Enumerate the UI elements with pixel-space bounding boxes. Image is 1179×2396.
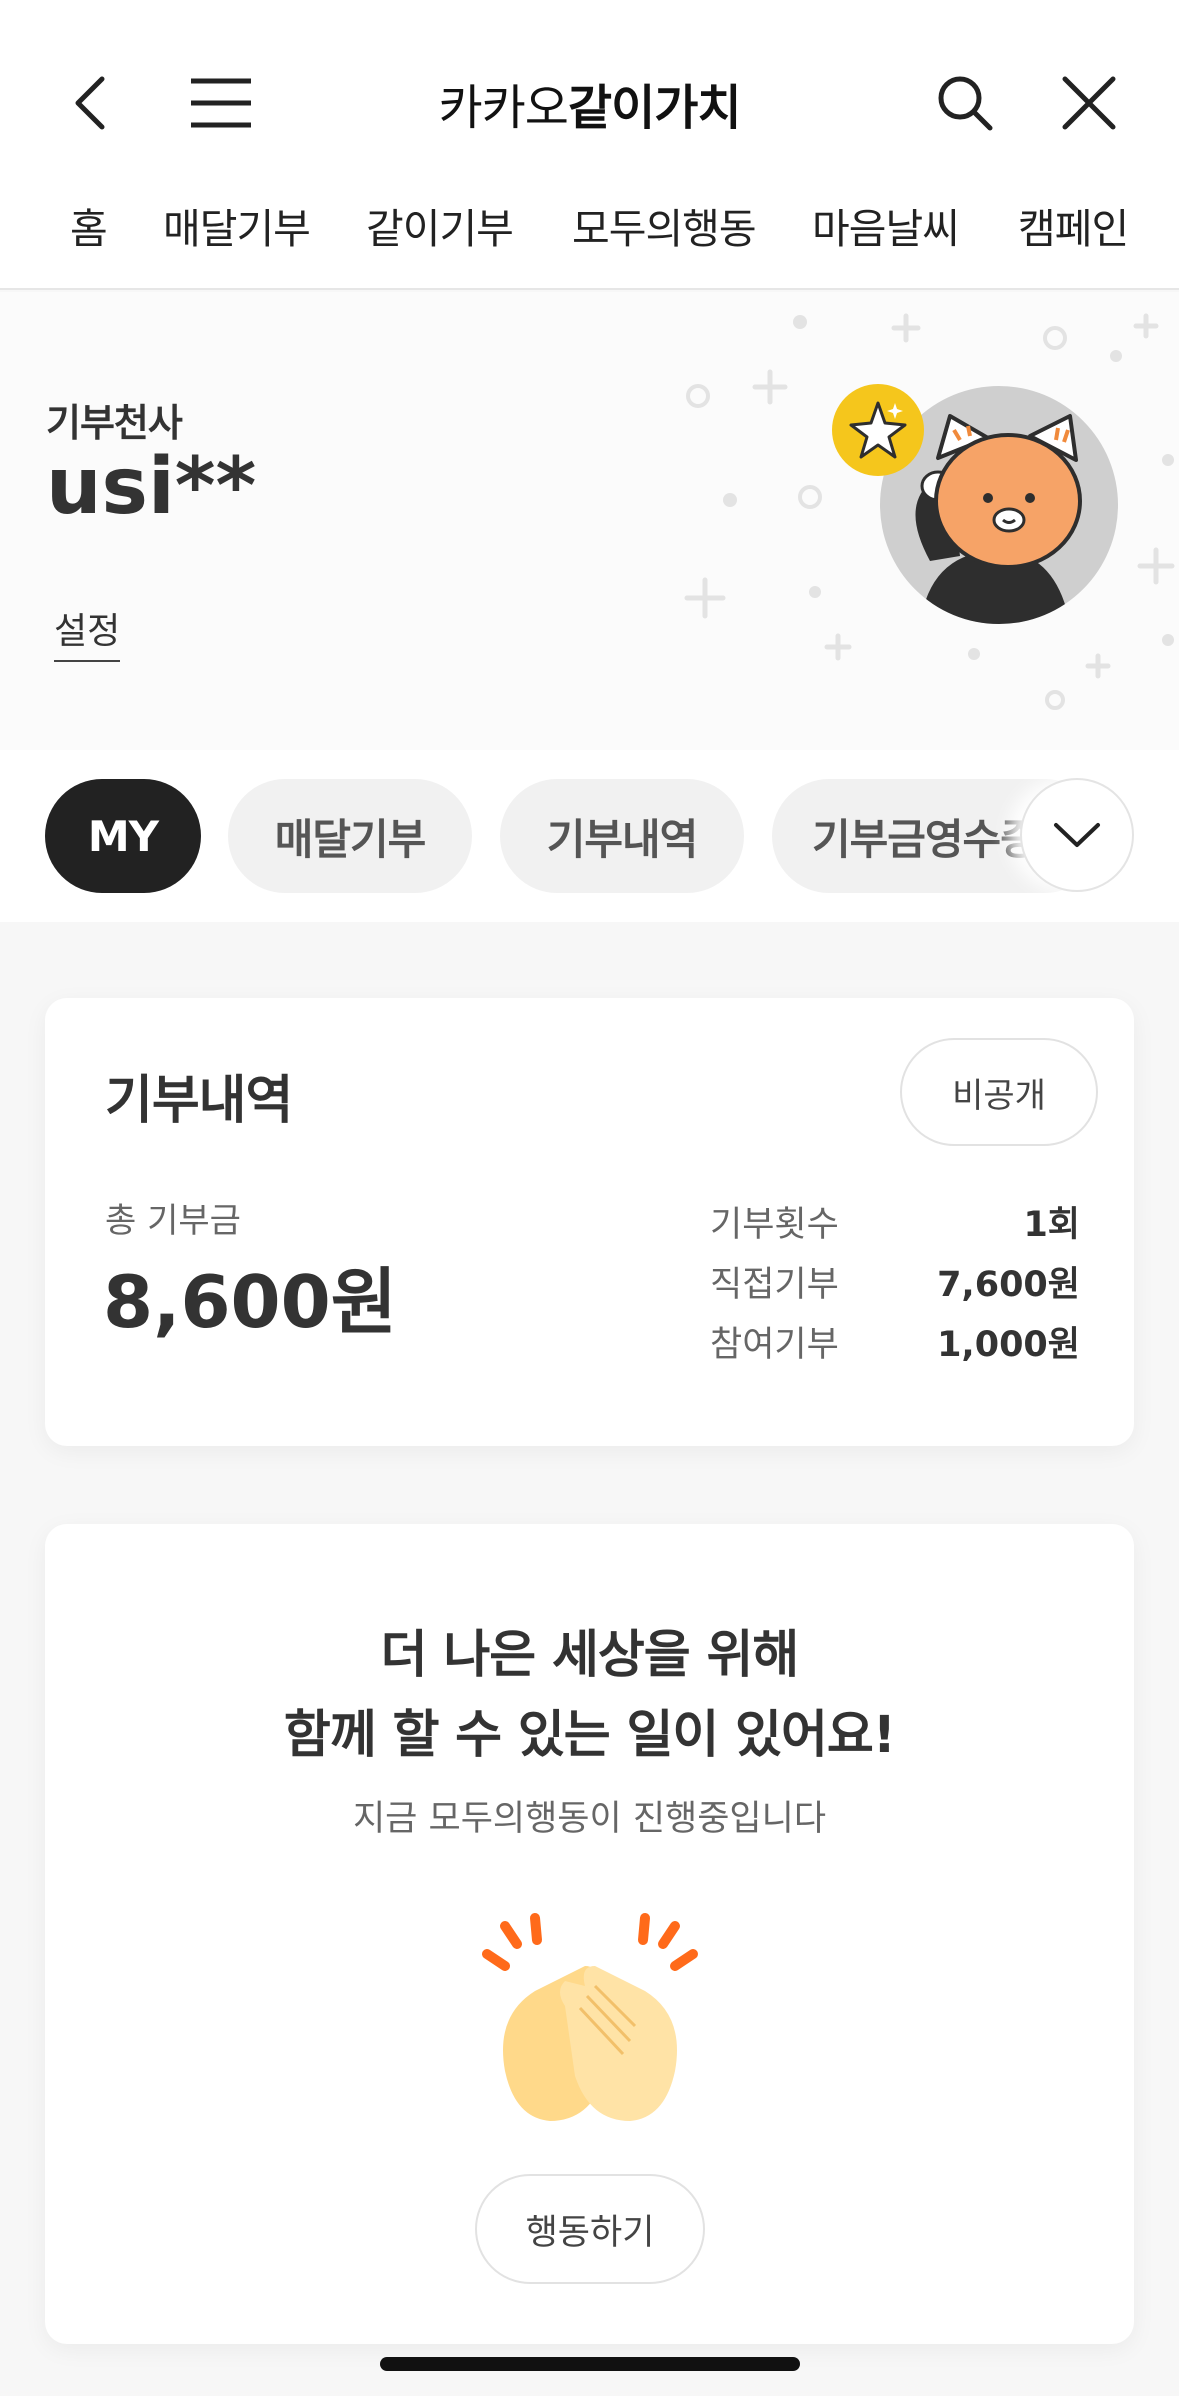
expand-chips-button[interactable]: [1020, 778, 1134, 892]
settings-link[interactable]: 설정: [54, 602, 121, 662]
stat-value: 1,000원: [937, 1325, 1080, 1365]
stat-row-participation: 참여기부 1,000원: [710, 1316, 1120, 1366]
nav-item-actions[interactable]: 모두의행동: [572, 195, 757, 255]
search-button[interactable]: [912, 50, 1017, 155]
total-donation-label: 총 기부금: [105, 1201, 241, 1241]
close-icon: [1062, 76, 1115, 129]
app-title-bold: 같이가치: [567, 80, 742, 136]
clapping-hands-icon: [482, 1913, 698, 2121]
chip-my[interactable]: MY: [45, 779, 201, 893]
username: usi**: [46, 442, 257, 532]
search-icon: [938, 76, 992, 130]
app-header: 카카오같이가치 홈 매달기부 같이기부 모두의행동 마음날씨 캠페인: [0, 0, 1179, 290]
stat-value: 1회: [1023, 1205, 1080, 1245]
my-menu-chips: MY 매달기부 기부내역 기부금영수증: [0, 750, 1179, 922]
donor-grade: 기부천사: [46, 401, 183, 445]
total-donation-value: 8,600원: [103, 1260, 397, 1344]
chip-monthly[interactable]: 매달기부: [228, 779, 472, 893]
together-action-card: 더 나은 세상을 위해 함께 할 수 있는 일이 있어요! 지금 모두의행동이 …: [45, 1524, 1134, 2344]
headline-line-2: 함께 할 수 있는 일이 있어요!: [283, 1706, 896, 1765]
close-button[interactable]: [1036, 50, 1141, 155]
stat-label: 참여기부: [710, 1325, 839, 1365]
stat-label: 직접기부: [710, 1265, 839, 1305]
grade-badge: [832, 384, 924, 476]
private-toggle-button[interactable]: 비공개: [900, 1038, 1098, 1146]
top-bar: 카카오같이가치: [0, 50, 1179, 155]
chevron-down-icon: [1054, 823, 1100, 847]
donation-history-card: 기부내역 비공개 총 기부금 8,600원 기부횟수 1회 직접기부 7,600…: [45, 998, 1134, 1446]
nav-item-weather[interactable]: 마음날씨: [812, 195, 960, 255]
stat-label: 기부횟수: [710, 1205, 839, 1245]
main-nav: 홈 매달기부 같이기부 모두의행동 마음날씨 캠페인: [0, 195, 1179, 265]
take-action-button[interactable]: 행동하기: [475, 2174, 705, 2284]
profile-section: 기부천사 usi** 설정: [0, 292, 1179, 750]
stat-row-count: 기부횟수 1회: [710, 1196, 1120, 1246]
chip-history[interactable]: 기부내역: [500, 779, 744, 893]
headline-line-1: 더 나은 세상을 위해: [380, 1626, 800, 1685]
stat-value: 7,600원: [937, 1265, 1080, 1305]
nav-item-campaign[interactable]: 캠페인: [1018, 195, 1129, 255]
action-headline: 더 나은 세상을 위해 함께 할 수 있는 일이 있어요!: [45, 1616, 1134, 1776]
app-title-regular: 카카오: [438, 80, 568, 136]
nav-item-together[interactable]: 같이기부: [366, 195, 514, 255]
home-indicator: [380, 2357, 800, 2371]
action-subline: 지금 모두의행동이 진행중입니다: [352, 1799, 827, 1839]
card-title: 기부내역: [105, 1071, 293, 1131]
nav-item-monthly[interactable]: 매달기부: [163, 195, 311, 255]
star-icon: [849, 401, 907, 459]
stat-row-direct: 직접기부 7,600원: [710, 1256, 1120, 1306]
nav-item-home[interactable]: 홈: [70, 195, 108, 255]
